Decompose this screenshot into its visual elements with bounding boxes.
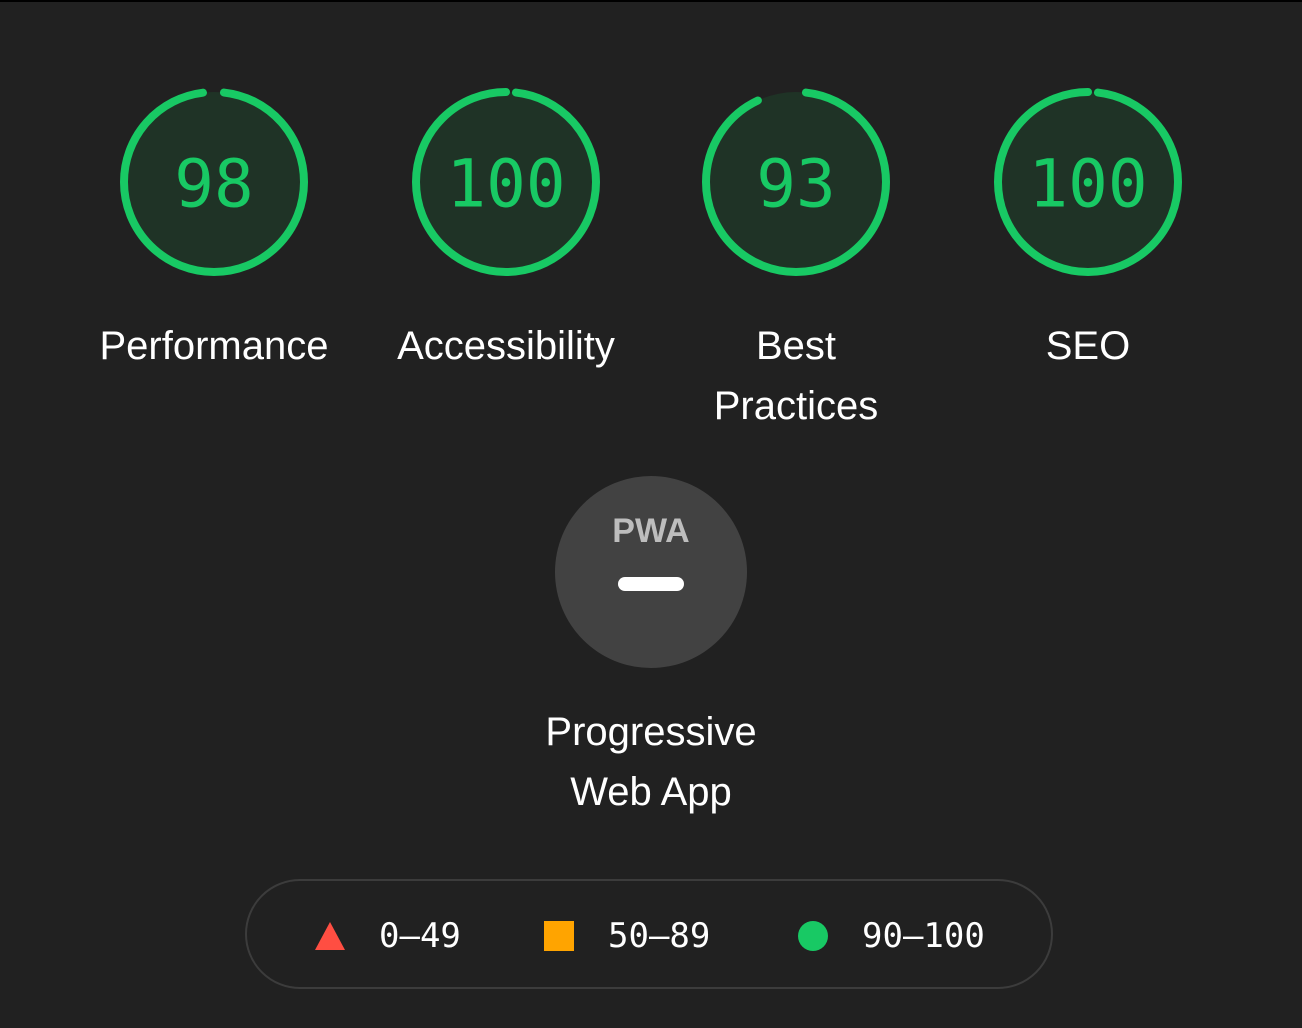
- gauge-accessibility[interactable]: 100 Accessibility: [366, 84, 646, 376]
- gauge-label-line: Accessibility: [397, 324, 615, 368]
- pwa-label-line: Progressive: [545, 710, 757, 754]
- circle-icon: [798, 921, 828, 951]
- gauge-label: Best Practices: [714, 316, 879, 436]
- square-icon: [544, 921, 574, 951]
- gauge-label-line: Performance: [99, 324, 329, 368]
- gauge-ring: 98: [120, 88, 308, 276]
- pwa-label: Progressive Web App: [545, 702, 756, 822]
- legend-range: 50–89: [608, 916, 711, 956]
- pwa-badge: PWA: [555, 476, 747, 668]
- legend-item-pass: 90–100: [798, 881, 985, 991]
- pwa-label-line: Web App: [570, 770, 732, 814]
- gauge-score: 93: [756, 146, 835, 223]
- pwa-category[interactable]: PWA Progressive Web App: [501, 476, 801, 822]
- legend-range: 90–100: [862, 916, 985, 956]
- gauge-label: SEO: [1046, 316, 1130, 376]
- gauge-label-line: Best: [755, 324, 837, 368]
- gauge-ring: 100: [412, 88, 600, 276]
- gauge-score: 100: [1028, 146, 1147, 223]
- legend-range: 0–49: [379, 916, 461, 956]
- dash-icon: [618, 577, 684, 591]
- gauge-ring: 100: [994, 88, 1182, 276]
- score-legend: 0–49 50–89 90–100: [245, 879, 1053, 989]
- gauge-score: 98: [174, 146, 253, 223]
- gauge-label-line: SEO: [1045, 324, 1131, 368]
- triangle-icon: [315, 922, 345, 950]
- gauge-performance[interactable]: 98 Performance: [74, 84, 354, 376]
- category-gauges: 98 Performance 100 Accessibility 93 Best…: [0, 0, 1302, 430]
- gauge-best-practices[interactable]: 93 Best Practices: [656, 84, 936, 436]
- gauge-label: Accessibility: [397, 316, 615, 376]
- legend-item-fail: 0–49: [315, 881, 461, 991]
- pwa-logo-text: PWA: [612, 512, 689, 548]
- gauge-label-line: Practices: [713, 384, 879, 428]
- gauge-label: Performance: [100, 316, 329, 376]
- gauge-ring: 93: [702, 88, 890, 276]
- legend-item-average: 50–89: [544, 881, 710, 991]
- gauge-score: 100: [446, 146, 565, 223]
- pwa-logo-icon: PWA: [612, 512, 689, 548]
- gauge-seo[interactable]: 100 SEO: [948, 84, 1228, 376]
